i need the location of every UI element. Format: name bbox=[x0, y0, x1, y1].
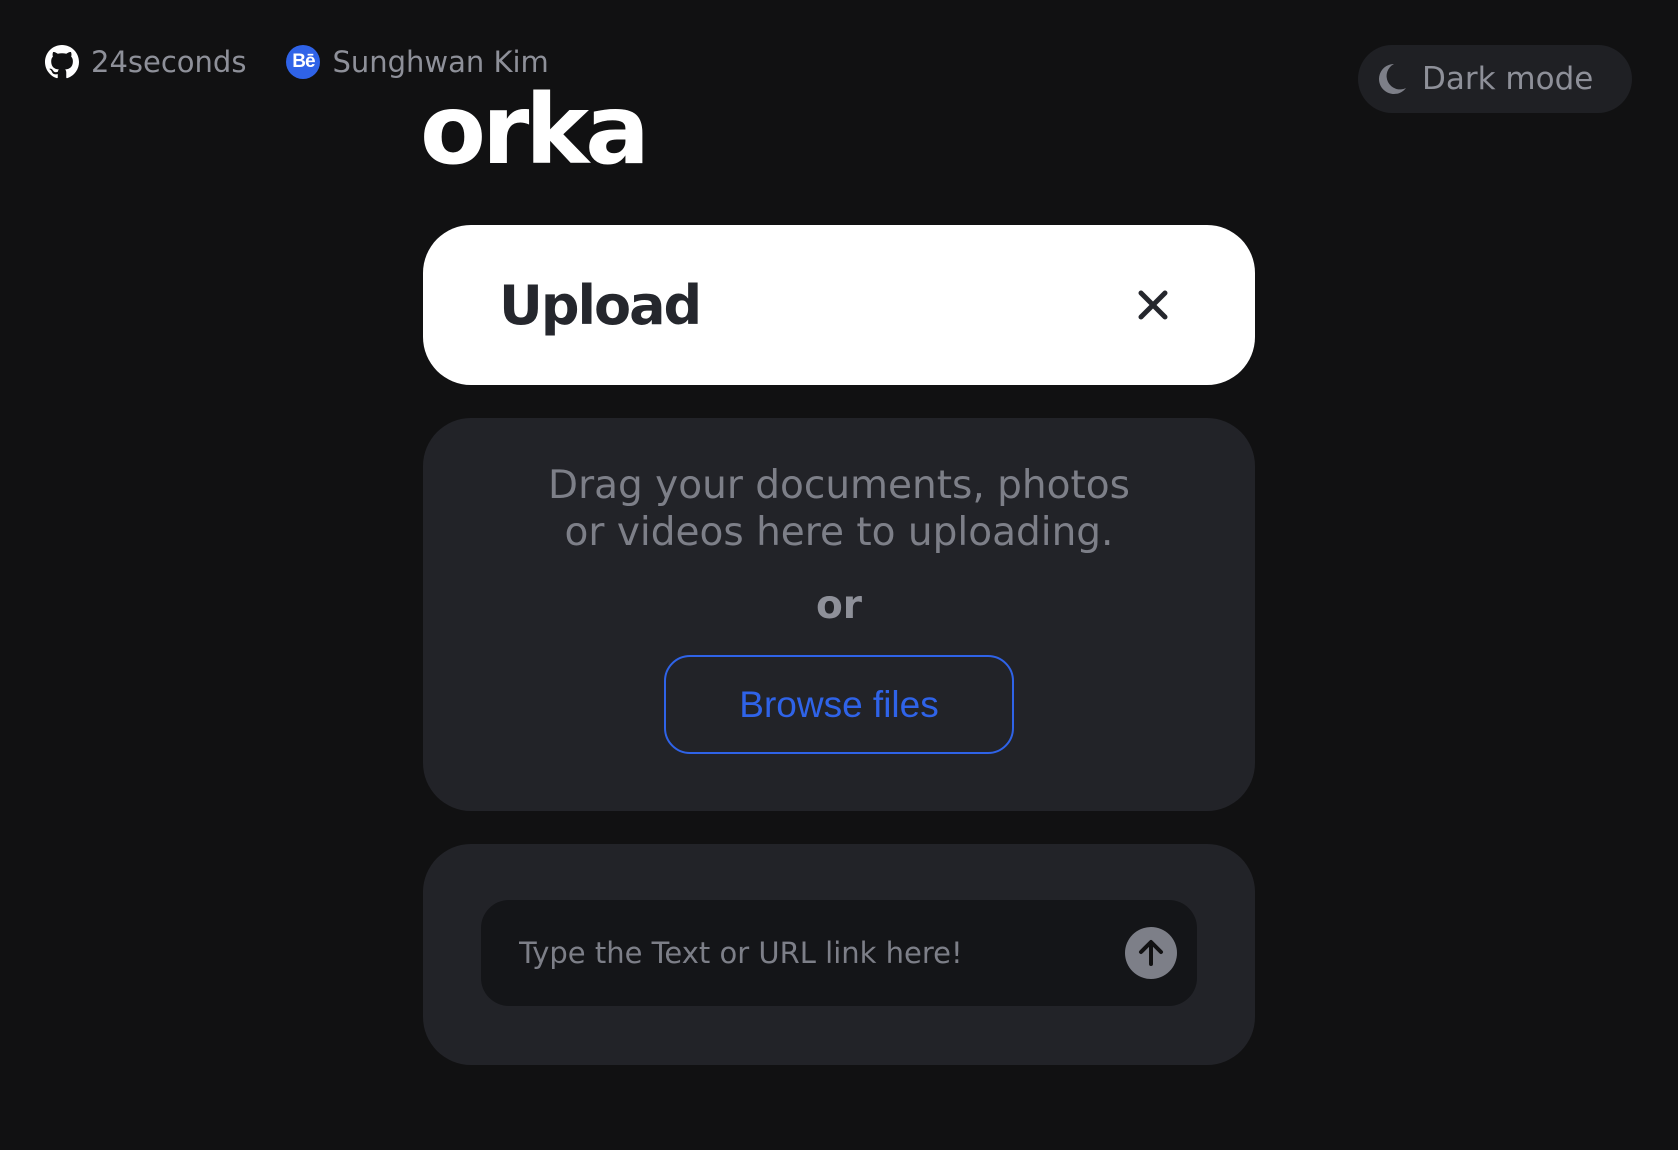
dark-mode-toggle[interactable]: Dark mode bbox=[1358, 45, 1632, 113]
moon-icon bbox=[1374, 62, 1408, 96]
app-logo: orka bbox=[420, 74, 650, 186]
github-label: 24seconds bbox=[91, 45, 247, 79]
dark-mode-label: Dark mode bbox=[1422, 61, 1594, 97]
drop-zone[interactable]: Drag your documents, photos or videos he… bbox=[423, 418, 1255, 811]
close-icon bbox=[1138, 290, 1168, 320]
send-button[interactable] bbox=[1125, 927, 1177, 979]
upload-header: Upload bbox=[423, 225, 1255, 385]
upload-title: Upload bbox=[499, 273, 702, 337]
close-button[interactable] bbox=[1131, 283, 1175, 327]
page: 24seconds Bē Sunghwan Kim Dark mode orka… bbox=[0, 0, 1678, 1150]
drop-instructions: Drag your documents, photos or videos he… bbox=[519, 462, 1159, 556]
arrow-up-icon bbox=[1139, 940, 1163, 966]
behance-icon: Bē bbox=[286, 45, 321, 79]
github-link[interactable]: 24seconds bbox=[45, 45, 246, 79]
github-icon bbox=[45, 45, 79, 79]
text-url-input[interactable] bbox=[481, 900, 1101, 1006]
drop-instructions-line1: Drag your documents, photos bbox=[548, 463, 1130, 508]
text-input-card bbox=[423, 844, 1255, 1065]
text-input-wrapper bbox=[481, 900, 1197, 1006]
browse-files-button[interactable]: Browse files bbox=[664, 655, 1014, 754]
drop-instructions-line2: or videos here to uploading. bbox=[564, 510, 1114, 555]
or-separator: or bbox=[815, 583, 863, 628]
